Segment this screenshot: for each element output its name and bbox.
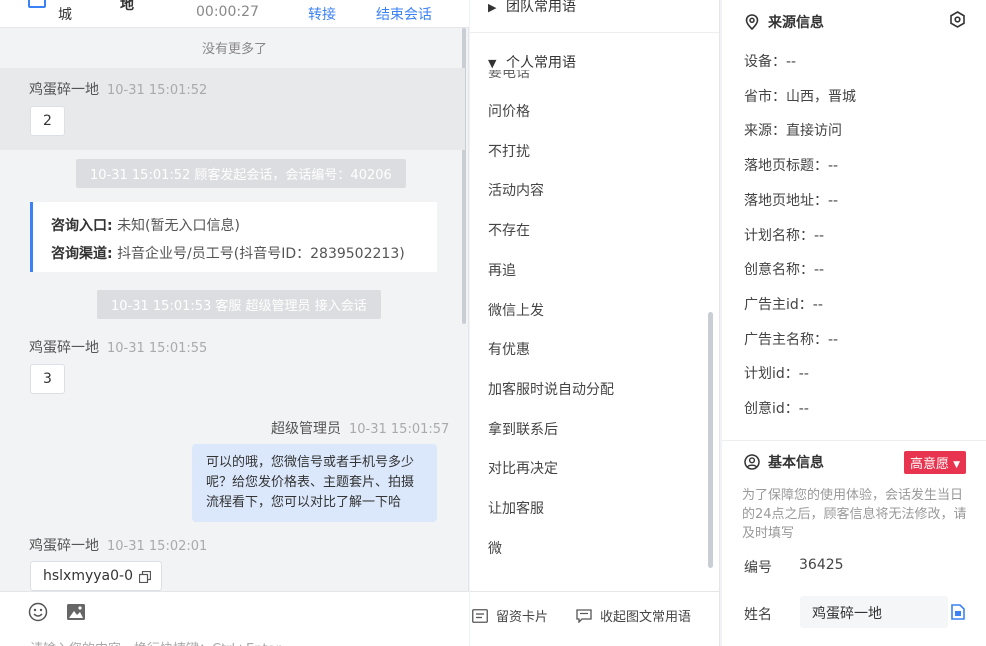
caret-right-icon: ▶ bbox=[488, 1, 497, 14]
source-field: 计划名称：-- bbox=[744, 227, 825, 244]
personal-phrases-group[interactable]: ▼ 个人常用语 bbox=[488, 52, 576, 72]
transfer-button[interactable]: 转接 bbox=[308, 4, 336, 24]
basic-info-label: 基本信息 bbox=[768, 455, 824, 471]
source-info-title: 来源信息 bbox=[744, 12, 824, 32]
source-info-label: 来源信息 bbox=[768, 15, 824, 31]
session-duration: 00:00:27 bbox=[196, 4, 259, 20]
consult-entry-value: 未知(暂无入口信息) bbox=[117, 218, 240, 234]
phrases-scrollbar[interactable] bbox=[708, 312, 713, 568]
message-sender: 超级管理员 10-31 15:01:57 bbox=[271, 418, 449, 438]
image-icon[interactable] bbox=[66, 602, 86, 622]
team-phrases-group[interactable]: ▶ 团队常用语 bbox=[488, 0, 576, 16]
message-sender: 鸡蛋碎一地 10-31 15:02:01 bbox=[29, 535, 207, 555]
customer-id-value: 36425 bbox=[799, 557, 844, 573]
phrase-item[interactable]: 不打扰 bbox=[488, 141, 530, 161]
name-label: 姓名 bbox=[744, 607, 772, 623]
system-message: 10-31 15:01:52 顾客发起会话，会话编号：40206 bbox=[76, 159, 406, 188]
customer-message-bubble: hslxmyya0-0 bbox=[30, 561, 162, 591]
emoji-icon[interactable] bbox=[28, 602, 48, 622]
user-circle-icon bbox=[744, 454, 760, 470]
team-phrases-label: 团队常用语 bbox=[506, 0, 576, 15]
phrase-item[interactable]: 活动内容 bbox=[488, 180, 544, 200]
consult-info-card: 咨询入口: 未知(暂无入口信息) 咨询渠道: 抖音企业号/员工号(抖音号ID：2… bbox=[30, 202, 437, 272]
phrase-item[interactable]: 问价格 bbox=[488, 101, 530, 121]
message-time: 10-31 15:01:57 bbox=[349, 422, 450, 437]
consult-channel-value: 抖音企业号/员工号(抖音号ID：2839502213) bbox=[117, 246, 405, 262]
sender-name: 鸡蛋碎一地 bbox=[29, 538, 99, 554]
edit-deadline-note: 为了保障您的使用体验，会话发生当日的24点之后，顾客信息将无法修改，请及时填写 bbox=[742, 488, 967, 541]
message-text: hslxmyya0-0 bbox=[43, 568, 133, 584]
message-input-bar: 请输入您的内容，换行快捷键：Ctrl+Enter bbox=[0, 591, 469, 646]
source-field: 创意id：-- bbox=[744, 401, 809, 417]
source-field: 创意名称：-- bbox=[744, 262, 825, 279]
consult-channel-label: 咨询渠道: bbox=[51, 246, 113, 262]
source-field: 落地页地址：-- bbox=[744, 192, 839, 209]
message-sender: 鸡蛋碎一地 10-31 15:01:52 bbox=[29, 79, 207, 99]
source-field: 来源：直接访问 bbox=[744, 123, 842, 140]
phrase-item[interactable]: 对比再决定 bbox=[488, 458, 558, 478]
no-more-hint: 没有更多了 bbox=[201, 42, 267, 57]
system-message: 10-31 15:01:53 客服 超级管理员 接入会话 bbox=[97, 290, 381, 319]
divider bbox=[722, 440, 986, 441]
source-field: 计划id：-- bbox=[744, 366, 809, 383]
sender-name: 鸡蛋碎一地 bbox=[29, 82, 99, 98]
collapse-phrases-button[interactable]: 收起图文常用语 bbox=[576, 606, 691, 625]
end-session-button[interactable]: 结束会话 bbox=[376, 4, 432, 24]
leave-card-button[interactable]: 留资卡片 bbox=[472, 606, 548, 625]
intent-level-value: 高意愿 bbox=[910, 457, 950, 472]
phrases-footer: 留资卡片 收起图文常用语 bbox=[470, 591, 719, 646]
message-square-icon bbox=[576, 609, 592, 624]
phrase-item[interactable]: 有优惠 bbox=[488, 339, 530, 359]
phrase-item[interactable]: 微 bbox=[488, 538, 502, 558]
consult-channel-row: 咨询渠道: 抖音企业号/员工号(抖音号ID：2839502213) bbox=[51, 240, 437, 268]
consult-entry-label: 咨询入口: bbox=[51, 218, 113, 234]
customer-name-fragment: 城 bbox=[58, 7, 72, 23]
intent-level-dropdown[interactable]: 高意愿 ▼ bbox=[904, 451, 967, 474]
message-input[interactable]: 请输入您的内容，换行快捷键：Ctrl+Enter bbox=[30, 638, 281, 646]
caret-down-icon: ▼ bbox=[488, 57, 497, 70]
customer-id-label: 编号 bbox=[744, 560, 772, 576]
customer-message-bubble: 3 bbox=[30, 364, 65, 394]
leave-card-label: 留资卡片 bbox=[496, 610, 549, 625]
message-time: 10-31 15:01:55 bbox=[107, 341, 208, 356]
customer-computer-icon bbox=[28, 0, 46, 8]
phrase-item[interactable]: 再追 bbox=[488, 260, 516, 280]
message-sender: 鸡蛋碎一地 10-31 15:01:55 bbox=[29, 337, 207, 357]
source-field: 广告主id：-- bbox=[744, 296, 823, 313]
source-field: 设备：-- bbox=[744, 54, 797, 70]
message-time: 10-31 15:02:01 bbox=[107, 539, 208, 554]
phrase-item[interactable]: 微信上发 bbox=[488, 300, 544, 320]
source-field: 省市：山西，晋城 bbox=[744, 88, 856, 105]
source-field: 落地页标题：-- bbox=[744, 158, 839, 175]
copy-icon[interactable] bbox=[951, 604, 965, 620]
phrase-item[interactable]: 不存在 bbox=[488, 220, 530, 240]
sender-name: 超级管理员 bbox=[271, 421, 341, 437]
customer-info-panel: 来源信息 设备：-- 省市：山西，晋城 来源：直接访问 落地页标题：-- 落地页地址：-… bbox=[722, 0, 986, 646]
customer-name-fragment-2: 地 bbox=[120, 0, 134, 13]
source-field: 广告主名称：-- bbox=[744, 331, 839, 348]
phrase-item[interactable]: 拿到联系后 bbox=[488, 419, 558, 439]
session-header: 城 地 00:00:27 转接 结束会话 bbox=[0, 0, 469, 28]
basic-info-title: 基本信息 bbox=[744, 452, 824, 472]
card-icon bbox=[472, 609, 488, 623]
phrase-item[interactable]: 让加客服 bbox=[488, 498, 544, 518]
agent-message-bubble: 可以的哦，您微信号或者手机号多少呢？给您发价格表、主题套片、拍摄流程看下，您可以… bbox=[192, 444, 437, 522]
caret-down-icon: ▼ bbox=[953, 460, 961, 470]
common-phrases-panel: ▶ 团队常用语 要电话 ▼ 个人常用语 问价格 不打扰 活动内容 不存在 再追 微信上发 有优惠… bbox=[470, 0, 720, 646]
name-field[interactable]: 鸡蛋碎一地 bbox=[800, 596, 948, 628]
sender-name: 鸡蛋碎一地 bbox=[29, 340, 99, 356]
copy-icon[interactable] bbox=[139, 571, 151, 583]
phrase-item[interactable]: 加客服时说自动分配 bbox=[488, 379, 614, 399]
divider bbox=[470, 32, 719, 33]
location-pin-icon bbox=[745, 14, 759, 30]
settings-icon[interactable] bbox=[949, 11, 966, 28]
collapse-phrases-label: 收起图文常用语 bbox=[600, 610, 692, 625]
consult-entry-row: 咨询入口: 未知(暂无入口信息) bbox=[51, 212, 437, 240]
chat-panel: 城 地 00:00:27 转接 结束会话 没有更多了 鸡蛋碎一地 10-31 15… bbox=[0, 0, 469, 646]
message-time: 10-31 15:01:52 bbox=[107, 83, 208, 98]
customer-message-bubble: 2 bbox=[30, 106, 65, 136]
personal-phrases-label: 个人常用语 bbox=[506, 55, 576, 71]
